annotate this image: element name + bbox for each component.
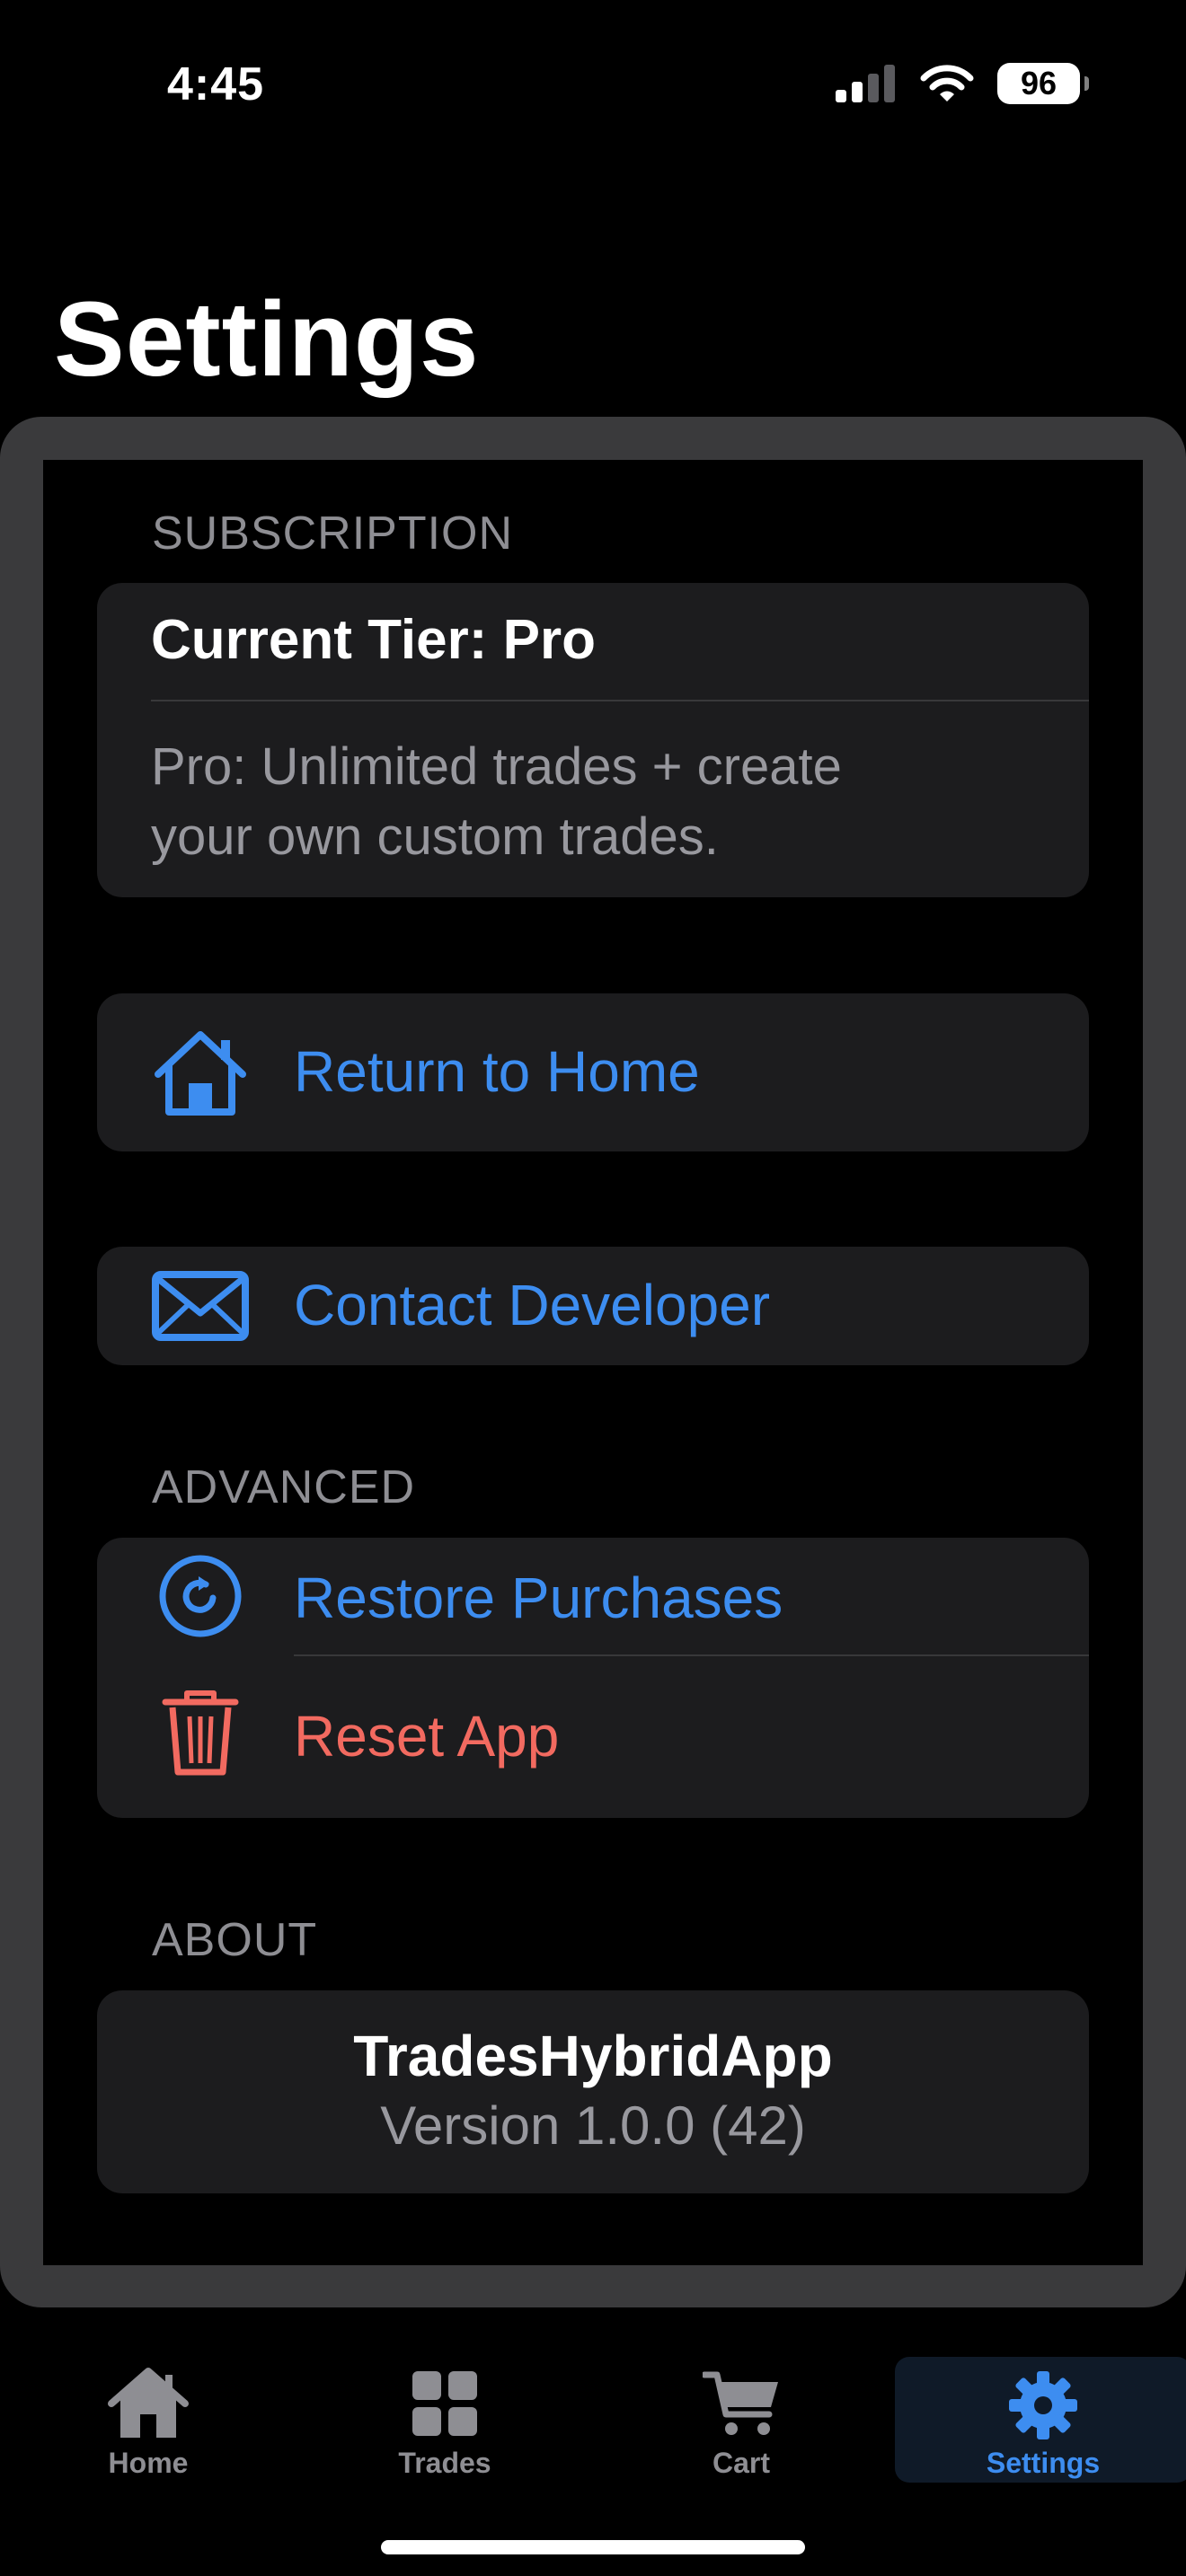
app-name: TradesHybridApp [353, 2024, 833, 2088]
divider [151, 700, 1089, 701]
section-header-advanced: ADVANCED [152, 1461, 416, 1513]
restore-purchases-label: Restore Purchases [294, 1566, 783, 1630]
contact-developer-button[interactable]: Contact Developer [97, 1247, 1089, 1365]
tab-home[interactable]: Home [0, 2357, 296, 2483]
tier-description-line-1: Pro: Unlimited trades + create [151, 737, 842, 796]
home-indicator[interactable] [381, 2540, 805, 2554]
reset-app-button[interactable]: Reset App [97, 1656, 1089, 1818]
wifi-icon [920, 65, 974, 101]
restore-icon [151, 1547, 250, 1645]
app-version: Version 1.0.0 (42) [380, 2095, 806, 2156]
return-home-label: Return to Home [294, 1039, 700, 1104]
contact-developer-label: Contact Developer [294, 1273, 771, 1337]
subscription-card: Current Tier: Pro Pro: Unlimited trades … [97, 583, 1089, 897]
envelope-icon [151, 1257, 250, 1355]
tab-cart-label: Cart [712, 2447, 770, 2479]
page-title: Settings [54, 280, 480, 399]
cart-icon [703, 2371, 778, 2435]
status-time: 4:45 [167, 58, 265, 110]
settings-list[interactable]: SUBSCRIPTION Current Tier: Pro Pro: Unli… [43, 460, 1143, 2265]
section-header-about: ABOUT [152, 1914, 318, 1966]
tab-settings[interactable]: Settings [895, 2357, 1186, 2483]
tab-bar: Home Trades Cart Settings [0, 2357, 1186, 2483]
restore-purchases-button[interactable]: Restore Purchases [97, 1538, 1089, 1654]
tab-trades[interactable]: Trades [296, 2357, 593, 2483]
battery-indicator: 96 [997, 63, 1089, 104]
signal-icon [836, 65, 895, 102]
tab-home-label: Home [108, 2447, 189, 2479]
status-icons: 96 [836, 63, 1089, 104]
tab-cart[interactable]: Cart [593, 2357, 890, 2483]
tier-description-line-2: your own custom trades. [151, 807, 719, 866]
grid-icon [412, 2371, 477, 2436]
house-icon [108, 2368, 189, 2438]
house-icon [151, 1023, 250, 1122]
advanced-card: Restore Purchases Reset App [97, 1538, 1089, 1818]
section-header-subscription: SUBSCRIPTION [152, 507, 514, 560]
about-card: TradesHybridApp Version 1.0.0 (42) [97, 1990, 1089, 2193]
trash-icon [151, 1683, 250, 1782]
battery-level: 96 [1020, 65, 1058, 101]
current-tier-label: Current Tier: Pro [151, 609, 596, 671]
gear-icon [1009, 2371, 1077, 2439]
tab-settings-label: Settings [986, 2447, 1101, 2479]
reset-app-label: Reset App [294, 1704, 560, 1769]
settings-panel: SUBSCRIPTION Current Tier: Pro Pro: Unli… [0, 417, 1186, 2307]
return-home-button[interactable]: Return to Home [97, 993, 1089, 1151]
tier-description: Pro: Unlimited trades + create your own … [151, 732, 842, 872]
tab-trades-label: Trades [398, 2447, 491, 2479]
